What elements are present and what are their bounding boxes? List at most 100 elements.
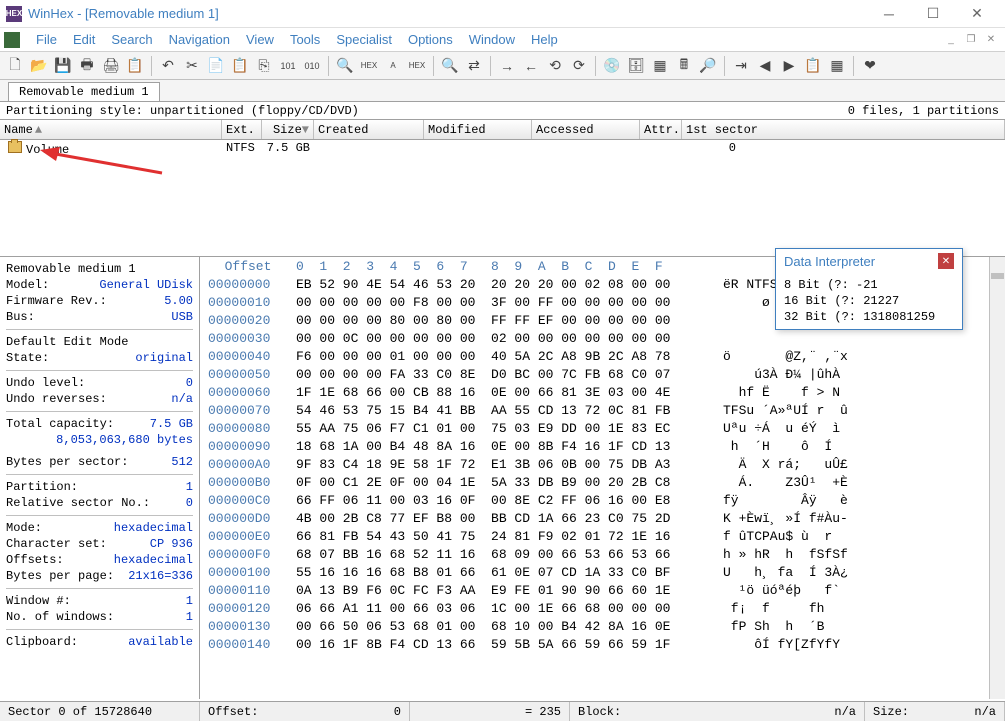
find-hex-icon[interactable]: HEX xyxy=(358,55,380,77)
hex-bytes[interactable]: 18 68 1A 00 B4 48 8A 16 0E 00 8B F4 16 1… xyxy=(296,438,711,456)
hex-bytes[interactable]: 66 FF 06 11 00 03 16 0F 00 8E C2 FF 06 1… xyxy=(296,492,711,510)
back-icon[interactable]: ← xyxy=(520,55,542,77)
hex-bytes[interactable]: EB 52 90 4E 54 46 53 20 20 20 20 00 02 0… xyxy=(296,276,711,294)
col-attr[interactable]: Attr. xyxy=(640,120,682,139)
menu-options[interactable]: Options xyxy=(400,30,461,49)
hex-ascii[interactable]: ôÍ fY[ZfYfY xyxy=(711,636,1005,654)
position-icon[interactable]: ⇥ xyxy=(730,55,752,77)
hex-bytes[interactable]: F6 00 00 00 01 00 00 00 40 5A 2C A8 9B 2… xyxy=(296,348,711,366)
hex-bytes[interactable]: 9F 83 C4 18 9E 58 1F 72 E1 3B 06 0B 00 7… xyxy=(296,456,711,474)
copy-offset-icon[interactable]: 101 xyxy=(277,55,299,77)
hex-row[interactable]: 000000A09F 83 C4 18 9E 58 1F 72 E1 3B 06… xyxy=(200,456,1005,474)
hex-ascii[interactable] xyxy=(711,330,1005,348)
hex-bytes[interactable]: 4B 00 2B C8 77 EF B8 00 BB CD 1A 66 23 C… xyxy=(296,510,711,528)
hex-bytes[interactable]: 0F 00 C1 2E 0F 00 04 1E 5A 33 DB B9 00 2… xyxy=(296,474,711,492)
undo-icon[interactable]: ↶ xyxy=(157,55,179,77)
hex-row[interactable]: 000001100A 13 B9 F6 0C FC F3 AA E9 FE 01… xyxy=(200,582,1005,600)
copy-block-icon[interactable]: 010 xyxy=(301,55,323,77)
find-next-icon[interactable]: 🔍 xyxy=(439,55,461,77)
help-icon[interactable]: ❤ xyxy=(859,55,881,77)
hex-row[interactable]: 0000013000 66 50 06 53 68 01 00 68 10 00… xyxy=(200,618,1005,636)
cut-icon[interactable]: ✂ xyxy=(181,55,203,77)
hex-bytes[interactable]: 66 81 FB 54 43 50 41 75 24 81 F9 02 01 7… xyxy=(296,528,711,546)
col-accessed[interactable]: Accessed xyxy=(532,120,640,139)
ram-icon[interactable]: ▦ xyxy=(649,55,671,77)
hex-ascii[interactable]: ö @Z,¨ ,¨x xyxy=(711,348,1005,366)
prev-icon[interactable]: ◀ xyxy=(754,55,776,77)
menu-search[interactable]: Search xyxy=(103,30,160,49)
disk-icon[interactable]: 💿 xyxy=(601,55,623,77)
nav-icon[interactable]: ⟳ xyxy=(568,55,590,77)
copy-icon[interactable]: 📄 xyxy=(205,55,227,77)
col-created[interactable]: Created xyxy=(314,120,424,139)
hex-row[interactable]: 000000C066 FF 06 11 00 03 16 0F 00 8E C2… xyxy=(200,492,1005,510)
mdi-minimize-button[interactable]: _ xyxy=(943,33,959,47)
hex-ascii[interactable]: Uªu ÷Á u éÝ ì xyxy=(711,420,1005,438)
menu-help[interactable]: Help xyxy=(523,30,566,49)
copy-hex-icon[interactable]: ⎘ xyxy=(253,55,275,77)
calc-icon[interactable]: 🖩 xyxy=(673,55,695,77)
drive-icon[interactable]: 🗄 xyxy=(625,55,647,77)
maximize-button[interactable]: ☐ xyxy=(911,0,955,28)
hex-ascii[interactable]: ¹ö üóªéþ f` xyxy=(711,582,1005,600)
replace-icon[interactable]: ⇄ xyxy=(463,55,485,77)
hex-ascii[interactable]: hf Ë f > N xyxy=(711,384,1005,402)
goto-icon[interactable]: → xyxy=(496,55,518,77)
hex-bytes[interactable]: 68 07 BB 16 68 52 11 16 68 09 00 66 53 6… xyxy=(296,546,711,564)
properties-icon[interactable]: 📋 xyxy=(124,55,146,77)
save-icon[interactable]: 💾 xyxy=(52,55,74,77)
hex-scrollbar[interactable] xyxy=(989,257,1005,699)
hex-bytes[interactable]: 55 AA 75 06 F7 C1 01 00 75 03 E9 DD 00 1… xyxy=(296,420,711,438)
hex-ascii[interactable]: TFSu ´A»ªUÍ r û xyxy=(711,402,1005,420)
hex-row[interactable]: 00000040F6 00 00 00 01 00 00 00 40 5A 2C… xyxy=(200,348,1005,366)
hex-ascii[interactable]: K +Èwï¸ »Í f#Àu- xyxy=(711,510,1005,528)
hex-row[interactable]: 0000014000 16 1F 8B F4 CD 13 66 59 5B 5A… xyxy=(200,636,1005,654)
hex-row[interactable]: 0000008055 AA 75 06 F7 C1 01 00 75 03 E9… xyxy=(200,420,1005,438)
hex-ascii[interactable]: h ´H ô Í xyxy=(711,438,1005,456)
hex-bytes[interactable]: 06 66 A1 11 00 66 03 06 1C 00 1E 66 68 0… xyxy=(296,600,711,618)
hex-bytes[interactable]: 00 66 50 06 53 68 01 00 68 10 00 B4 42 8… xyxy=(296,618,711,636)
find-icon[interactable]: 🔍 xyxy=(334,55,356,77)
new-icon[interactable]: 🗋 xyxy=(4,55,26,77)
col-ext[interactable]: Ext. xyxy=(222,120,262,139)
find-again-icon[interactable]: HEX xyxy=(406,55,428,77)
mdi-restore-button[interactable]: ❐ xyxy=(963,33,979,47)
hex-ascii[interactable]: f ûTCPAu$ ù r xyxy=(711,528,1005,546)
hex-ascii[interactable]: h » hR h fSfSf xyxy=(711,546,1005,564)
hex-row[interactable]: 0000007054 46 53 75 15 B4 41 BB AA 55 CD… xyxy=(200,402,1005,420)
hex-ascii[interactable]: fÿ Âÿ è xyxy=(711,492,1005,510)
save-disk-icon[interactable]: 🖶 xyxy=(76,55,98,77)
hex-row[interactable]: 0000009018 68 1A 00 B4 48 8A 16 0E 00 8B… xyxy=(200,438,1005,456)
hex-bytes[interactable]: 1F 1E 68 66 00 CB 88 16 0E 00 66 81 3E 0… xyxy=(296,384,711,402)
hex-row[interactable]: 000000E066 81 FB 54 43 50 41 75 24 81 F9… xyxy=(200,528,1005,546)
hex-bytes[interactable]: 00 00 00 00 80 00 80 00 FF FF EF 00 00 0… xyxy=(296,312,711,330)
hex-ascii[interactable]: fP Sh h ´B xyxy=(711,618,1005,636)
menu-edit[interactable]: Edit xyxy=(65,30,103,49)
minimize-button[interactable]: ─ xyxy=(867,0,911,28)
di-title[interactable]: Data Interpreter ✕ xyxy=(776,249,962,273)
print-icon[interactable]: 🖨 xyxy=(100,55,122,77)
hex-ascii[interactable]: U h¸ fa Í 3À¿ xyxy=(711,564,1005,582)
menu-specialist[interactable]: Specialist xyxy=(328,30,400,49)
menu-window[interactable]: Window xyxy=(461,30,523,49)
di-close-button[interactable]: ✕ xyxy=(938,253,954,269)
hex-row[interactable]: 0000005000 00 00 00 FA 33 C0 8E D0 BC 00… xyxy=(200,366,1005,384)
paste-icon[interactable]: 📋 xyxy=(229,55,251,77)
scrollbar-thumb[interactable] xyxy=(991,273,1004,279)
col-modified[interactable]: Modified xyxy=(424,120,532,139)
analyze-icon[interactable]: 🔎 xyxy=(697,55,719,77)
data-interpreter[interactable]: Data Interpreter ✕ 8 Bit (?: -21 16 Bit … xyxy=(775,248,963,330)
hex-bytes[interactable]: 54 46 53 75 15 B4 41 BB AA 55 CD 13 72 0… xyxy=(296,402,711,420)
hex-row[interactable]: 0000003000 00 0C 00 00 00 00 00 02 00 00… xyxy=(200,330,1005,348)
hex-bytes[interactable]: 00 00 00 00 FA 33 C0 8E D0 BC 00 7C FB 6… xyxy=(296,366,711,384)
hex-row[interactable]: 000000601F 1E 68 66 00 CB 88 16 0E 00 66… xyxy=(200,384,1005,402)
hex-row[interactable]: 000000F068 07 BB 16 68 52 11 16 68 09 00… xyxy=(200,546,1005,564)
hex-row[interactable]: 0000012006 66 A1 11 00 66 03 06 1C 00 1E… xyxy=(200,600,1005,618)
hex-ascii[interactable]: Á. Z3Û¹ +È xyxy=(711,474,1005,492)
open-icon[interactable]: 📂 xyxy=(28,55,50,77)
find-text-icon[interactable]: A xyxy=(382,55,404,77)
hex-row[interactable]: 0000010055 16 16 16 68 B8 01 66 61 0E 07… xyxy=(200,564,1005,582)
next-icon[interactable]: ▶ xyxy=(778,55,800,77)
clipboard-icon[interactable]: 📋 xyxy=(802,55,824,77)
hex-bytes[interactable]: 55 16 16 16 68 B8 01 66 61 0E 07 CD 1A 3… xyxy=(296,564,711,582)
